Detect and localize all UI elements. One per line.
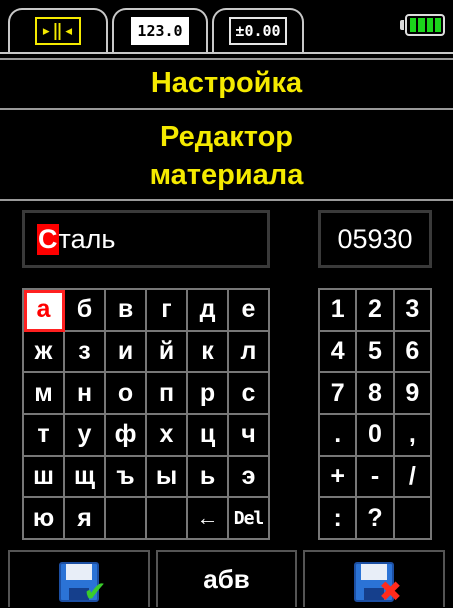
letter-key[interactable]: ф	[106, 415, 147, 457]
letter-key[interactable]: с	[229, 373, 270, 415]
digit-blank-key	[394, 498, 432, 540]
material-name-text: таль	[58, 223, 116, 254]
letter-key[interactable]: з	[65, 331, 106, 374]
battery-cell	[418, 18, 425, 32]
battery-icon	[400, 14, 445, 36]
header-divider	[0, 199, 453, 201]
letter-key[interactable]: у	[65, 415, 106, 457]
letter-key[interactable]: о	[106, 373, 147, 415]
save-cancel-icon: ✖	[352, 558, 402, 605]
digit-key[interactable]: 6	[394, 331, 432, 374]
letter-key[interactable]: и	[106, 331, 147, 374]
text-cursor-char: С	[37, 223, 59, 255]
subtitle-line-2: материала	[149, 159, 304, 191]
letter-key[interactable]: ь	[188, 456, 229, 499]
save-button[interactable]: ✔	[8, 550, 150, 607]
numeric-display-icon: 123.0	[131, 17, 189, 45]
letter-key[interactable]: т	[24, 415, 65, 457]
tab-offset[interactable]: ±0.00	[212, 8, 304, 52]
page-title: Настройка	[0, 58, 453, 108]
battery-cell	[426, 18, 433, 32]
digit-key[interactable]: 2	[357, 290, 395, 332]
letter-key[interactable]: н	[65, 373, 106, 415]
letter-key[interactable]: е	[229, 290, 270, 332]
digit-key[interactable]: /	[394, 456, 432, 499]
letter-key[interactable]: р	[188, 373, 229, 415]
alpha-keyboard: а б в г д е ж з и й к л м н о п р с т у ф х ц ч ш щ ъ ы ь э ю я ← Del	[22, 288, 270, 540]
battery-cell	[410, 18, 417, 32]
bottom-bar: ✔ абв ✖	[0, 550, 453, 607]
letter-key[interactable]: п	[147, 373, 188, 415]
letter-key[interactable]: х	[147, 415, 188, 457]
digit-key[interactable]: 0	[357, 415, 395, 457]
cancel-button[interactable]: ✖	[303, 550, 446, 607]
digit-key[interactable]: 9	[394, 373, 432, 415]
letter-key[interactable]: ц	[188, 415, 229, 457]
tab-thickness[interactable]: ▸‖◂	[8, 8, 108, 52]
digit-key[interactable]: 7	[320, 373, 358, 415]
digit-key[interactable]: 8	[357, 373, 395, 415]
letter-key[interactable]: к	[188, 331, 229, 374]
digit-key[interactable]: -	[357, 456, 395, 499]
page-subtitle: Редактор материала	[0, 108, 453, 200]
tab-numeric[interactable]: 123.0	[112, 8, 208, 52]
letter-blank-key	[106, 498, 147, 540]
letter-key[interactable]: м	[24, 373, 65, 415]
tab-bar: ▸‖◂ 123.0 ±0.00	[0, 0, 453, 56]
tab-underline	[0, 52, 453, 54]
digit-key[interactable]: 3	[394, 290, 432, 332]
letter-key[interactable]: ю	[24, 498, 65, 540]
subtitle-line-1: Редактор	[159, 121, 294, 153]
letter-key[interactable]: а	[24, 290, 65, 332]
letter-key[interactable]: ы	[147, 456, 188, 499]
letter-blank-key	[147, 498, 188, 540]
layout-toggle-button[interactable]: абв	[155, 550, 298, 607]
letter-key[interactable]: э	[229, 456, 270, 499]
layout-toggle-label: абв	[203, 564, 250, 594]
battery-cell	[434, 18, 441, 32]
delete-key[interactable]: Del	[229, 498, 270, 540]
digit-key[interactable]: 4	[320, 331, 358, 374]
letter-key[interactable]: б	[65, 290, 106, 332]
offset-icon: ±0.00	[229, 17, 287, 45]
digit-key[interactable]: 5	[357, 331, 395, 374]
letter-key[interactable]: щ	[65, 456, 106, 499]
letter-key[interactable]: ъ	[106, 456, 147, 499]
letter-key[interactable]: ж	[24, 331, 65, 374]
letter-key[interactable]: ш	[24, 456, 65, 499]
save-confirm-icon: ✔	[57, 558, 107, 605]
letter-key[interactable]: д	[188, 290, 229, 332]
material-code-field[interactable]: 05930	[318, 210, 432, 268]
letter-key[interactable]: й	[147, 331, 188, 374]
material-name-field[interactable]: Сталь	[22, 210, 270, 268]
numeric-keyboard: 1 2 3 4 5 6 7 8 9. 0, + - /:?	[318, 288, 432, 540]
letter-key[interactable]: л	[229, 331, 270, 374]
letter-key[interactable]: в	[106, 290, 147, 332]
backspace-key[interactable]: ←	[188, 498, 229, 540]
digit-key[interactable]: +	[320, 456, 358, 499]
digit-key[interactable]: 1	[320, 290, 358, 332]
letter-key[interactable]: я	[65, 498, 106, 540]
letter-key[interactable]: ч	[229, 415, 270, 457]
digit-key[interactable]: .	[320, 415, 358, 457]
thickness-icon: ▸‖◂	[35, 17, 81, 45]
digit-key[interactable]: ?	[357, 498, 395, 540]
digit-key[interactable]: ,	[394, 415, 432, 457]
letter-key[interactable]: г	[147, 290, 188, 332]
digit-key[interactable]: :	[320, 498, 358, 540]
